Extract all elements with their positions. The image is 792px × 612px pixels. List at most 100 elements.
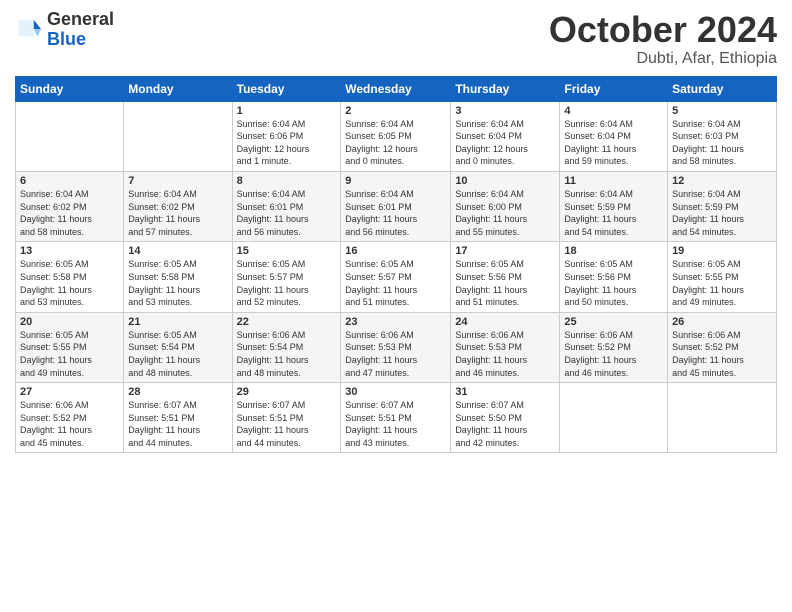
day-cell: 1Sunrise: 6:04 AM Sunset: 6:06 PM Daylig…: [232, 101, 341, 171]
logo-line2: Blue: [47, 30, 114, 50]
day-number: 18: [564, 245, 663, 257]
week-row-2: 6Sunrise: 6:04 AM Sunset: 6:02 PM Daylig…: [16, 171, 777, 241]
day-info: Sunrise: 6:07 AM Sunset: 5:51 PM Dayligh…: [345, 399, 446, 449]
day-cell: 30Sunrise: 6:07 AM Sunset: 5:51 PM Dayli…: [341, 383, 451, 453]
day-info: Sunrise: 6:07 AM Sunset: 5:50 PM Dayligh…: [455, 399, 555, 449]
day-cell: 8Sunrise: 6:04 AM Sunset: 6:01 PM Daylig…: [232, 171, 341, 241]
calendar: Sunday Monday Tuesday Wednesday Thursday…: [15, 76, 777, 454]
day-number: 16: [345, 245, 446, 257]
page: General Blue October 2024 Dubti, Afar, E…: [0, 0, 792, 612]
day-cell: 9Sunrise: 6:04 AM Sunset: 6:01 PM Daylig…: [341, 171, 451, 241]
day-number: 30: [345, 386, 446, 398]
day-info: Sunrise: 6:04 AM Sunset: 6:01 PM Dayligh…: [345, 188, 446, 238]
day-cell: 28Sunrise: 6:07 AM Sunset: 5:51 PM Dayli…: [124, 383, 232, 453]
day-cell: 25Sunrise: 6:06 AM Sunset: 5:52 PM Dayli…: [560, 312, 668, 382]
day-info: Sunrise: 6:06 AM Sunset: 5:53 PM Dayligh…: [455, 329, 555, 379]
day-cell: [16, 101, 124, 171]
day-info: Sunrise: 6:05 AM Sunset: 5:55 PM Dayligh…: [20, 329, 119, 379]
day-cell: [560, 383, 668, 453]
day-number: 27: [20, 386, 119, 398]
day-number: 20: [20, 316, 119, 328]
weekday-row: Sunday Monday Tuesday Wednesday Thursday…: [16, 76, 777, 101]
calendar-body: 1Sunrise: 6:04 AM Sunset: 6:06 PM Daylig…: [16, 101, 777, 453]
day-cell: 29Sunrise: 6:07 AM Sunset: 5:51 PM Dayli…: [232, 383, 341, 453]
day-number: 25: [564, 316, 663, 328]
week-row-4: 20Sunrise: 6:05 AM Sunset: 5:55 PM Dayli…: [16, 312, 777, 382]
day-cell: 11Sunrise: 6:04 AM Sunset: 5:59 PM Dayli…: [560, 171, 668, 241]
day-cell: 19Sunrise: 6:05 AM Sunset: 5:55 PM Dayli…: [668, 242, 777, 312]
week-row-5: 27Sunrise: 6:06 AM Sunset: 5:52 PM Dayli…: [16, 383, 777, 453]
day-number: 19: [672, 245, 772, 257]
day-number: 29: [237, 386, 337, 398]
day-info: Sunrise: 6:07 AM Sunset: 5:51 PM Dayligh…: [237, 399, 337, 449]
day-cell: 10Sunrise: 6:04 AM Sunset: 6:00 PM Dayli…: [451, 171, 560, 241]
day-cell: 6Sunrise: 6:04 AM Sunset: 6:02 PM Daylig…: [16, 171, 124, 241]
day-info: Sunrise: 6:05 AM Sunset: 5:55 PM Dayligh…: [672, 258, 772, 308]
day-cell: 15Sunrise: 6:05 AM Sunset: 5:57 PM Dayli…: [232, 242, 341, 312]
day-number: 10: [455, 175, 555, 187]
month-title: October 2024: [549, 10, 777, 50]
day-number: 14: [128, 245, 227, 257]
day-info: Sunrise: 6:05 AM Sunset: 5:57 PM Dayligh…: [345, 258, 446, 308]
day-info: Sunrise: 6:04 AM Sunset: 6:01 PM Dayligh…: [237, 188, 337, 238]
day-number: 4: [564, 105, 663, 117]
day-info: Sunrise: 6:06 AM Sunset: 5:52 PM Dayligh…: [672, 329, 772, 379]
day-info: Sunrise: 6:04 AM Sunset: 5:59 PM Dayligh…: [564, 188, 663, 238]
day-number: 11: [564, 175, 663, 187]
day-number: 26: [672, 316, 772, 328]
col-tuesday: Tuesday: [232, 76, 341, 101]
day-cell: 24Sunrise: 6:06 AM Sunset: 5:53 PM Dayli…: [451, 312, 560, 382]
day-cell: 7Sunrise: 6:04 AM Sunset: 6:02 PM Daylig…: [124, 171, 232, 241]
day-info: Sunrise: 6:04 AM Sunset: 6:04 PM Dayligh…: [455, 118, 555, 168]
day-cell: 20Sunrise: 6:05 AM Sunset: 5:55 PM Dayli…: [16, 312, 124, 382]
day-cell: 12Sunrise: 6:04 AM Sunset: 5:59 PM Dayli…: [668, 171, 777, 241]
location: Dubti, Afar, Ethiopia: [549, 50, 777, 68]
day-cell: 16Sunrise: 6:05 AM Sunset: 5:57 PM Dayli…: [341, 242, 451, 312]
day-info: Sunrise: 6:04 AM Sunset: 6:06 PM Dayligh…: [237, 118, 337, 168]
day-number: 22: [237, 316, 337, 328]
day-cell: 4Sunrise: 6:04 AM Sunset: 6:04 PM Daylig…: [560, 101, 668, 171]
day-number: 17: [455, 245, 555, 257]
day-cell: 18Sunrise: 6:05 AM Sunset: 5:56 PM Dayli…: [560, 242, 668, 312]
day-info: Sunrise: 6:05 AM Sunset: 5:56 PM Dayligh…: [455, 258, 555, 308]
day-info: Sunrise: 6:04 AM Sunset: 6:02 PM Dayligh…: [20, 188, 119, 238]
day-cell: 31Sunrise: 6:07 AM Sunset: 5:50 PM Dayli…: [451, 383, 560, 453]
day-cell: 26Sunrise: 6:06 AM Sunset: 5:52 PM Dayli…: [668, 312, 777, 382]
day-cell: 22Sunrise: 6:06 AM Sunset: 5:54 PM Dayli…: [232, 312, 341, 382]
logo-line1: General: [47, 10, 114, 30]
title-block: October 2024 Dubti, Afar, Ethiopia: [549, 10, 777, 68]
day-number: 6: [20, 175, 119, 187]
day-number: 2: [345, 105, 446, 117]
week-row-1: 1Sunrise: 6:04 AM Sunset: 6:06 PM Daylig…: [16, 101, 777, 171]
day-cell: 13Sunrise: 6:05 AM Sunset: 5:58 PM Dayli…: [16, 242, 124, 312]
day-info: Sunrise: 6:05 AM Sunset: 5:58 PM Dayligh…: [128, 258, 227, 308]
day-number: 12: [672, 175, 772, 187]
logo-text: General Blue: [47, 10, 114, 50]
day-number: 7: [128, 175, 227, 187]
day-info: Sunrise: 6:06 AM Sunset: 5:53 PM Dayligh…: [345, 329, 446, 379]
calendar-header: Sunday Monday Tuesday Wednesday Thursday…: [16, 76, 777, 101]
day-number: 28: [128, 386, 227, 398]
day-info: Sunrise: 6:06 AM Sunset: 5:54 PM Dayligh…: [237, 329, 337, 379]
day-number: 24: [455, 316, 555, 328]
col-friday: Friday: [560, 76, 668, 101]
week-row-3: 13Sunrise: 6:05 AM Sunset: 5:58 PM Dayli…: [16, 242, 777, 312]
day-number: 15: [237, 245, 337, 257]
day-number: 8: [237, 175, 337, 187]
day-info: Sunrise: 6:06 AM Sunset: 5:52 PM Dayligh…: [564, 329, 663, 379]
day-info: Sunrise: 6:04 AM Sunset: 6:00 PM Dayligh…: [455, 188, 555, 238]
day-info: Sunrise: 6:05 AM Sunset: 5:56 PM Dayligh…: [564, 258, 663, 308]
day-number: 31: [455, 386, 555, 398]
day-info: Sunrise: 6:04 AM Sunset: 6:04 PM Dayligh…: [564, 118, 663, 168]
col-saturday: Saturday: [668, 76, 777, 101]
day-cell: 3Sunrise: 6:04 AM Sunset: 6:04 PM Daylig…: [451, 101, 560, 171]
day-cell: 5Sunrise: 6:04 AM Sunset: 6:03 PM Daylig…: [668, 101, 777, 171]
day-info: Sunrise: 6:05 AM Sunset: 5:57 PM Dayligh…: [237, 258, 337, 308]
logo-icon: [15, 16, 43, 44]
col-monday: Monday: [124, 76, 232, 101]
day-number: 9: [345, 175, 446, 187]
logo: General Blue: [15, 10, 114, 50]
day-info: Sunrise: 6:04 AM Sunset: 5:59 PM Dayligh…: [672, 188, 772, 238]
header: General Blue October 2024 Dubti, Afar, E…: [15, 10, 777, 68]
day-number: 23: [345, 316, 446, 328]
